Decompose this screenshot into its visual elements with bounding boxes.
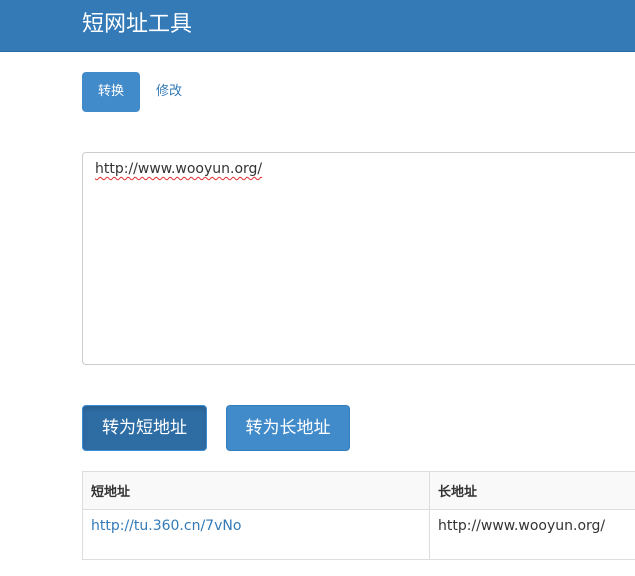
url-input[interactable]: [82, 152, 635, 365]
app-header: 短网址工具: [0, 0, 635, 52]
column-header-short: 短地址: [82, 471, 430, 510]
table-row: http://tu.360.cn/7vNo http://www.wooyun.…: [82, 509, 635, 560]
tab-convert[interactable]: 转换: [82, 72, 140, 112]
result-table: 短地址 长地址 http://tu.360.cn/7vNo http://www…: [82, 471, 635, 560]
convert-to-long-button[interactable]: 转为长地址: [226, 405, 350, 451]
table-header-row: 短地址 长地址: [82, 471, 635, 510]
long-url-cell: http://www.wooyun.org/: [429, 509, 635, 560]
tab-modify[interactable]: 修改: [142, 72, 196, 112]
app-title: 短网址工具: [82, 12, 193, 37]
short-url-link[interactable]: http://tu.360.cn/7vNo: [91, 518, 241, 534]
convert-to-short-button[interactable]: 转为短地址: [82, 405, 207, 451]
column-header-long: 长地址: [429, 471, 635, 510]
short-url-cell: http://tu.360.cn/7vNo: [82, 509, 430, 560]
